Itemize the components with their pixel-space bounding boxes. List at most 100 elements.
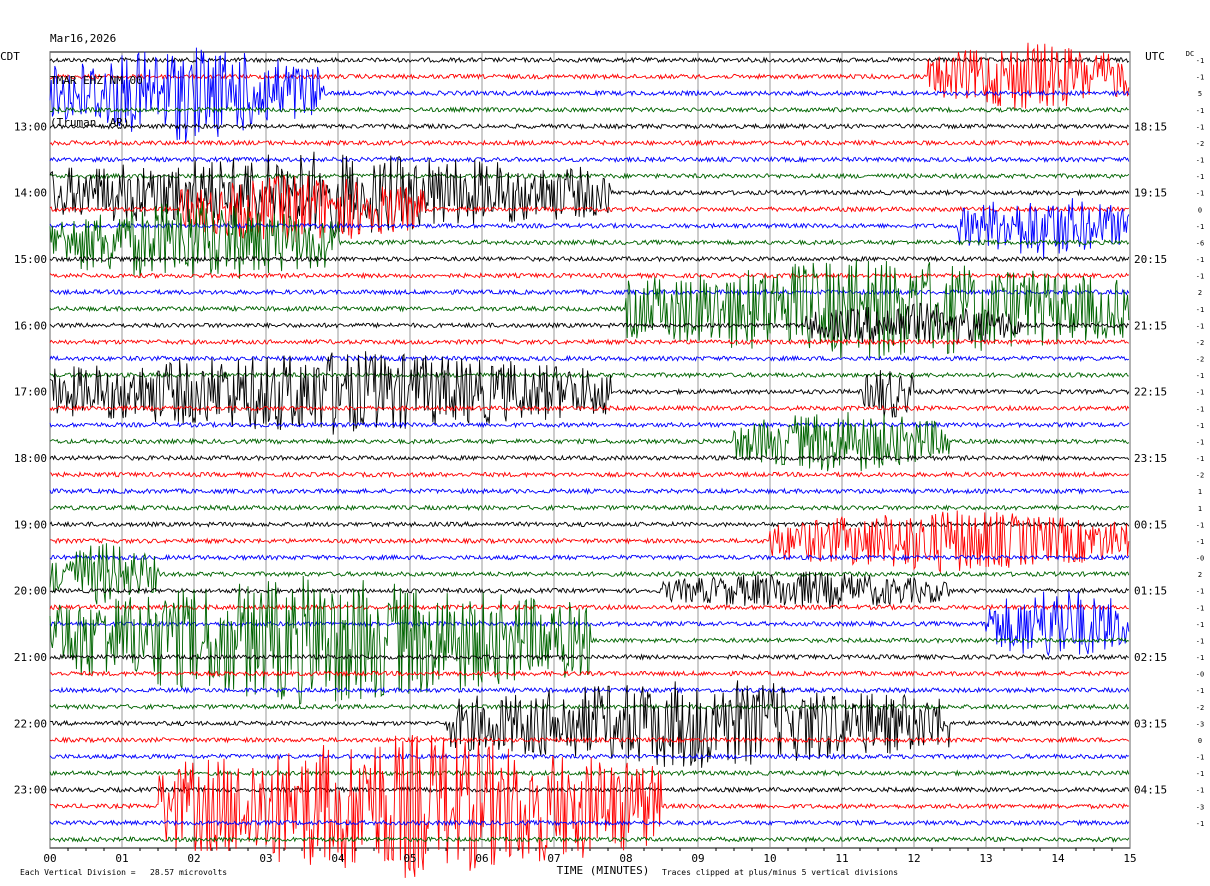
left-hour-label: 16:00 [14, 319, 47, 332]
x-tick-label: 09 [691, 852, 704, 865]
trace-line-42 [49, 752, 1129, 761]
x-tick-label: 12 [907, 852, 920, 865]
trace-line-27 [49, 504, 1130, 512]
dc-offset-label: -1 [1196, 754, 1204, 762]
dc-offset-label: -1 [1196, 322, 1204, 330]
left-hour-label: 22:00 [14, 717, 47, 730]
dc-offset-label: -1 [1196, 637, 1204, 645]
trace-line-21 [49, 404, 1130, 412]
trace-line-23 [49, 412, 1130, 472]
seismogram-chart: CDT UTC DC 13:00 14:00 15:00 16:00 17:00 18:00 19… [0, 42, 1204, 878]
x-tick-label: 14 [1051, 852, 1065, 865]
dc-offset-label: -3 [1196, 720, 1204, 728]
dc-offset-label: -1 [1196, 422, 1204, 430]
dc-offset-label: -1 [1196, 621, 1204, 629]
header-location: (Truman, AR) [50, 116, 130, 129]
right-hour-label: 01:15 [1134, 585, 1167, 598]
left-hour-label: 21:00 [14, 651, 47, 664]
x-tick-label: 03 [259, 852, 272, 865]
dc-offset-label: -1 [1196, 438, 1204, 446]
right-hour-label: 21:15 [1134, 319, 1167, 332]
dc-offset-label: -2 [1196, 339, 1204, 347]
x-tick-label: 02 [187, 852, 200, 865]
dc-offset-label: -2 [1196, 140, 1204, 148]
dc-offset-label: -1 [1196, 372, 1204, 380]
left-hour-label: 18:00 [14, 452, 47, 465]
dc-offset-label: 0 [1198, 206, 1202, 214]
dc-offset-label: -1 [1196, 123, 1204, 131]
x-axis-label: TIME (MINUTES) [557, 864, 650, 877]
right-hour-label: 03:15 [1134, 717, 1167, 730]
right-hour-label: 22:15 [1134, 386, 1167, 399]
trace-line-43 [49, 769, 1130, 777]
trace-line-35 [49, 575, 1130, 706]
dc-offset-label: -1 [1196, 455, 1204, 463]
x-tick-label: 11 [835, 852, 848, 865]
dc-offset-label: -1 [1196, 273, 1204, 281]
right-hour-label: 04:15 [1134, 784, 1167, 797]
header-block: Mar16,2026 TMAR EHZ NM 00 (Truman, AR) [50, 4, 143, 144]
right-hour-label: 19:15 [1134, 187, 1167, 200]
right-hour-label: 00:15 [1134, 518, 1167, 531]
trace-line-6 [49, 155, 1130, 164]
dc-offset-label: -1 [1196, 74, 1204, 82]
dc-offset-label: 0 [1198, 737, 1202, 745]
dc-offset-label: 1 [1198, 488, 1202, 496]
clip-note: Traces clipped at plus/minus 5 vertical … [662, 868, 899, 877]
dc-offset-label: -1 [1196, 107, 1204, 115]
dc-offset-label: -2 [1196, 356, 1204, 364]
trace-line-3 [49, 106, 1129, 114]
trace-line-38 [49, 686, 1130, 695]
trace-line-25 [49, 471, 1130, 479]
x-tick-label: 01 [115, 852, 128, 865]
trace-line-26 [49, 487, 1130, 496]
right-hour-label: 23:15 [1134, 452, 1167, 465]
dc-offset-label: -0 [1196, 671, 1204, 679]
trace-line-14 [49, 288, 1130, 297]
dc-offset-label: -1 [1196, 173, 1204, 181]
x-tick-label: 10 [763, 852, 776, 865]
x-tick-label: 05 [403, 852, 416, 865]
dc-offset-label: -1 [1196, 256, 1204, 264]
trace-line-24 [49, 454, 1130, 462]
x-tick-label: 13 [979, 852, 992, 865]
dc-offset-label: -1 [1196, 405, 1204, 413]
dc-offset-label: 1 [1198, 505, 1202, 513]
left-hour-label: 23:00 [14, 784, 47, 797]
dc-offset-label: -1 [1196, 604, 1204, 612]
dc-offset-label: -1 [1196, 770, 1204, 778]
left-hour-label: 19:00 [14, 518, 47, 531]
trace-line-29 [50, 510, 1130, 574]
dc-offset-label: 5 [1198, 90, 1202, 98]
dc-offset-label: -1 [1196, 57, 1204, 65]
trace-line-13 [49, 271, 1130, 280]
trace-line-28 [49, 520, 1130, 528]
dc-offset-label: -0 [1196, 555, 1204, 563]
left-hour-label: 17:00 [14, 386, 47, 399]
dc-offset-label: -1 [1196, 190, 1204, 198]
dc-offset-label: -1 [1196, 654, 1204, 662]
trace-line-1 [49, 42, 1130, 109]
trace-line-44 [49, 786, 1130, 794]
trace-line-5 [49, 139, 1130, 147]
trace-line-4 [49, 122, 1130, 130]
dc-offset-label: -2 [1196, 704, 1204, 712]
x-tick-label: 04 [331, 852, 345, 865]
dc-offset-label: -1 [1196, 306, 1204, 314]
dc-offset-label: -1 [1196, 157, 1204, 165]
scale-note: Each Vertical Division = 28.57 microvolt… [20, 868, 228, 877]
trace-line-32 [49, 571, 1130, 609]
right-hour-label: 18:15 [1134, 120, 1167, 133]
trace-line-17 [49, 338, 1130, 346]
dc-offset-label: -1 [1196, 223, 1204, 231]
x-tick-label: 00 [43, 852, 56, 865]
dc-offset-label: -3 [1196, 803, 1204, 811]
trace-line-20 [49, 351, 1130, 435]
left-hour-label: 15:00 [14, 253, 47, 266]
x-tick-label: 15 [1123, 852, 1136, 865]
left-hour-label: 14:00 [14, 187, 47, 200]
trace-line-16 [49, 302, 1130, 345]
left-hour-label: 20:00 [14, 585, 47, 598]
header-station: TMAR EHZ NM 00 [50, 74, 143, 87]
dc-offset-label: -1 [1196, 588, 1204, 596]
